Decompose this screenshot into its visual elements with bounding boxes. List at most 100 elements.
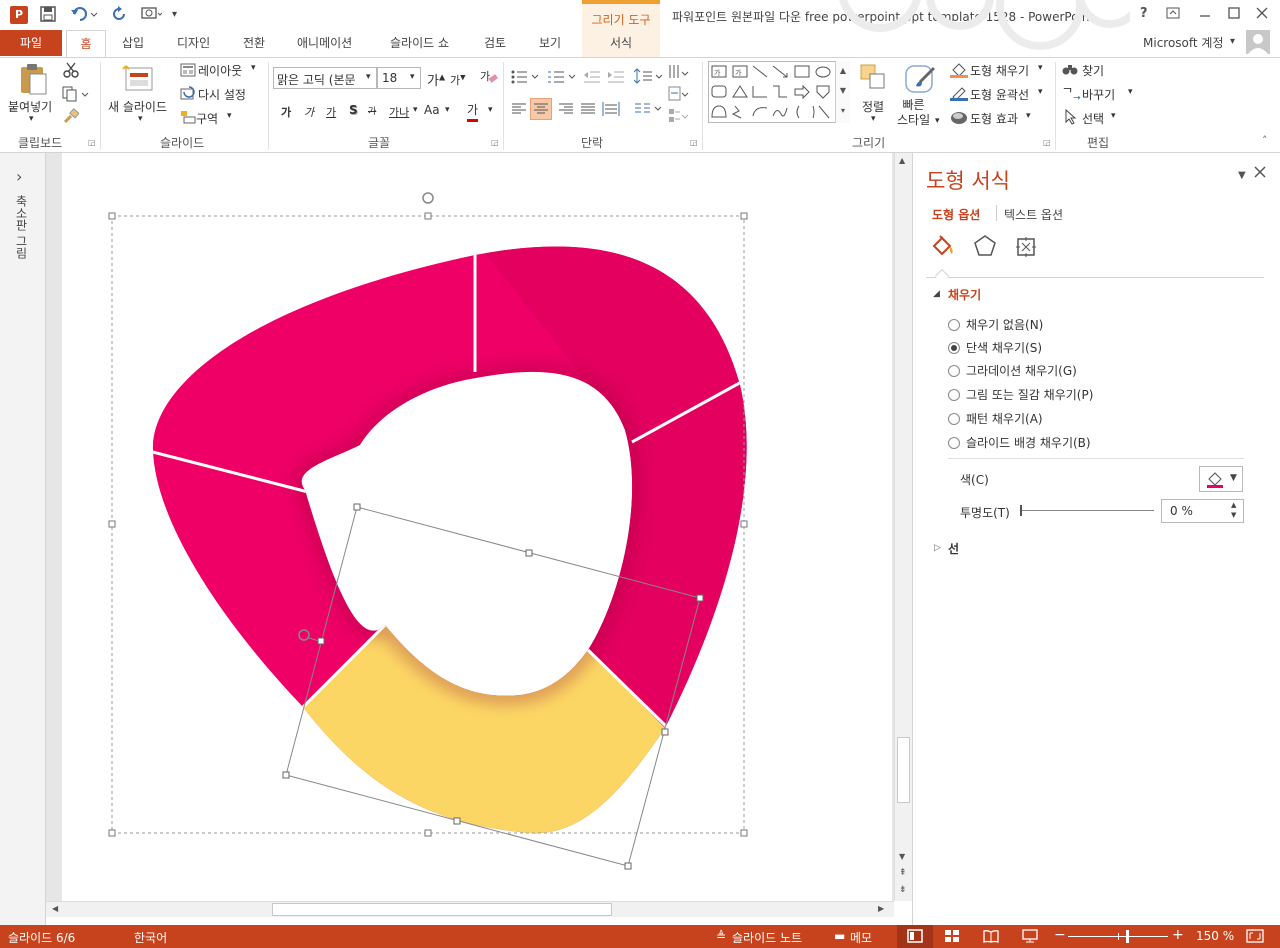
grow-font-icon[interactable]: 가▲	[427, 70, 445, 89]
color-picker-button[interactable]: ▼	[1199, 466, 1243, 492]
justify-icon[interactable]	[580, 102, 596, 119]
shapes-gallery[interactable]: 가 가	[708, 61, 850, 123]
effects-icon[interactable]	[973, 234, 997, 261]
paste-icon[interactable]	[18, 62, 48, 99]
tab-review[interactable]: 검토	[484, 34, 506, 51]
horizontal-scrollbar[interactable]: ◀ ▶	[46, 901, 894, 917]
shape-outline-icon[interactable]	[950, 85, 968, 104]
align-text-icon[interactable]	[668, 86, 690, 105]
section-dropdown-icon[interactable]: ▾	[227, 111, 232, 121]
numbering-icon[interactable]	[548, 70, 578, 87]
minimize-icon[interactable]	[1199, 6, 1211, 24]
redo-icon[interactable]	[112, 6, 128, 26]
transparency-spin-up-icon[interactable]: ▲	[1231, 501, 1236, 509]
help-button[interactable]: ?	[1140, 6, 1148, 21]
normal-view-icon[interactable]	[897, 925, 933, 948]
fill-section-header[interactable]: 채우기	[948, 286, 981, 303]
line-spacing-icon[interactable]	[633, 68, 664, 87]
arrange-button[interactable]: 정렬	[862, 98, 884, 115]
paste-button[interactable]: 붙여넣기	[8, 98, 52, 115]
arrange-dropdown-icon[interactable]: ▾	[871, 114, 876, 124]
transparency-input[interactable]: 0 % ▲ ▼	[1161, 499, 1244, 523]
radio-pattern-fill[interactable]	[948, 413, 960, 425]
scroll-right-icon[interactable]: ▶	[878, 904, 884, 913]
thumbnail-pane-label[interactable]: 축소판 그림	[13, 195, 30, 259]
slide-sorter-icon[interactable]	[944, 929, 960, 946]
next-slide-icon[interactable]: ⇟	[899, 885, 907, 895]
tab-format[interactable]: 서식	[610, 34, 632, 51]
vertical-scrollbar[interactable]: ▲ ▼ ⇞ ⇟	[894, 153, 912, 901]
pane-options-dropdown-icon[interactable]: ▼	[1238, 170, 1246, 181]
bold-button[interactable]: 가	[281, 104, 291, 120]
shape-fill-icon[interactable]	[950, 62, 968, 81]
find-button[interactable]: 찾기	[1082, 62, 1104, 79]
slideshow-icon[interactable]	[1022, 929, 1038, 946]
scroll-left-icon[interactable]: ◀	[52, 904, 58, 913]
zoom-slider-thumb[interactable]	[1126, 930, 1129, 943]
previous-slide-icon[interactable]: ⇞	[899, 868, 907, 878]
italic-button[interactable]: 가	[304, 104, 314, 120]
font-launcher-icon[interactable]: ◲	[491, 138, 499, 147]
reset-button[interactable]: 다시 설정	[198, 86, 246, 103]
close-icon[interactable]	[1256, 6, 1268, 24]
select-dropdown-icon[interactable]: ▾	[1111, 111, 1116, 121]
shapes-gallery-scroll[interactable]: ▲ ▼ ▾	[835, 61, 850, 123]
fill-section-collapse-icon[interactable]: ◢	[933, 289, 940, 299]
fill-option-slide-background[interactable]: 슬라이드 배경 채우기(B)	[948, 434, 1091, 451]
shape-outline-dropdown-icon[interactable]: ▾	[1038, 87, 1043, 97]
new-slide-button[interactable]: 새 슬라이드	[108, 98, 167, 115]
transparency-spin-down-icon[interactable]: ▼	[1231, 511, 1236, 519]
font-color-button[interactable]: 가	[467, 101, 479, 122]
fill-option-none[interactable]: 채우기 없음(N)	[948, 316, 1043, 333]
select-button[interactable]: 선택	[1082, 110, 1104, 127]
new-slide-icon[interactable]	[122, 62, 156, 97]
zoom-in-button[interactable]: +	[1172, 927, 1184, 943]
transparency-slider[interactable]	[1020, 505, 1154, 516]
radio-slide-background-fill[interactable]	[948, 437, 960, 449]
shape-effects-dropdown-icon[interactable]: ▾	[1026, 111, 1031, 121]
layout-dropdown-icon[interactable]: ▾	[251, 63, 256, 73]
account-label[interactable]: Microsoft 계정	[1143, 34, 1224, 51]
scroll-down-icon[interactable]: ▼	[899, 852, 905, 861]
fill-option-picture[interactable]: 그림 또는 질감 채우기(P)	[948, 386, 1093, 403]
arrange-icon[interactable]	[860, 64, 888, 95]
maximize-icon[interactable]	[1228, 6, 1240, 24]
clear-formatting-icon[interactable]: 가	[480, 68, 498, 89]
replace-dropdown-icon[interactable]: ▾	[1128, 87, 1133, 97]
radio-gradient-fill[interactable]	[948, 365, 960, 377]
avatar[interactable]	[1246, 30, 1270, 54]
align-center-icon[interactable]	[530, 98, 552, 120]
zoom-out-button[interactable]: −	[1054, 927, 1066, 943]
shrink-font-icon[interactable]: 가▼	[450, 72, 466, 88]
underline-button[interactable]: 가	[326, 104, 336, 120]
account-dropdown-icon[interactable]: ▾	[1230, 36, 1235, 47]
distributed-icon[interactable]	[602, 101, 620, 120]
decrease-indent-icon[interactable]	[584, 70, 600, 87]
line-section-expand-icon[interactable]: ▷	[934, 543, 941, 553]
radio-no-fill[interactable]	[948, 319, 960, 331]
tab-file[interactable]: 파일	[0, 30, 62, 56]
zoom-level[interactable]: 150 %	[1196, 929, 1234, 943]
layout-button[interactable]: 레이아웃	[198, 62, 242, 79]
increase-indent-icon[interactable]	[608, 70, 624, 87]
quick-styles-button[interactable]: 빠른 스타일	[897, 98, 930, 128]
align-right-icon[interactable]	[558, 102, 574, 119]
vertical-scroll-thumb[interactable]	[897, 737, 910, 803]
slide-counter[interactable]: 슬라이드 6/6	[8, 929, 75, 946]
shape-fill-button[interactable]: 도형 채우기	[970, 62, 1029, 79]
align-left-icon[interactable]	[511, 102, 527, 119]
fill-option-pattern[interactable]: 패턴 채우기(A)	[948, 410, 1043, 427]
cut-icon[interactable]	[63, 62, 79, 81]
clipboard-launcher-icon[interactable]: ◲	[88, 138, 96, 147]
shape-fill-dropdown-icon[interactable]: ▾	[1038, 63, 1043, 73]
quick-styles-icon[interactable]	[904, 64, 938, 99]
expand-thumbnails-icon[interactable]: ›	[16, 167, 22, 186]
shadow-button[interactable]: S	[349, 103, 358, 117]
scroll-up-icon[interactable]: ▲	[899, 156, 905, 165]
ribbon-display-icon[interactable]	[1166, 6, 1180, 24]
tab-view[interactable]: 보기	[539, 34, 561, 51]
font-name-select[interactable]: 맑은 고딕 (본문 ▾	[273, 67, 377, 89]
zoom-slider[interactable]	[1068, 930, 1168, 943]
change-case-button[interactable]: Aa	[424, 103, 440, 117]
notes-icon[interactable]: ≜	[716, 929, 726, 943]
